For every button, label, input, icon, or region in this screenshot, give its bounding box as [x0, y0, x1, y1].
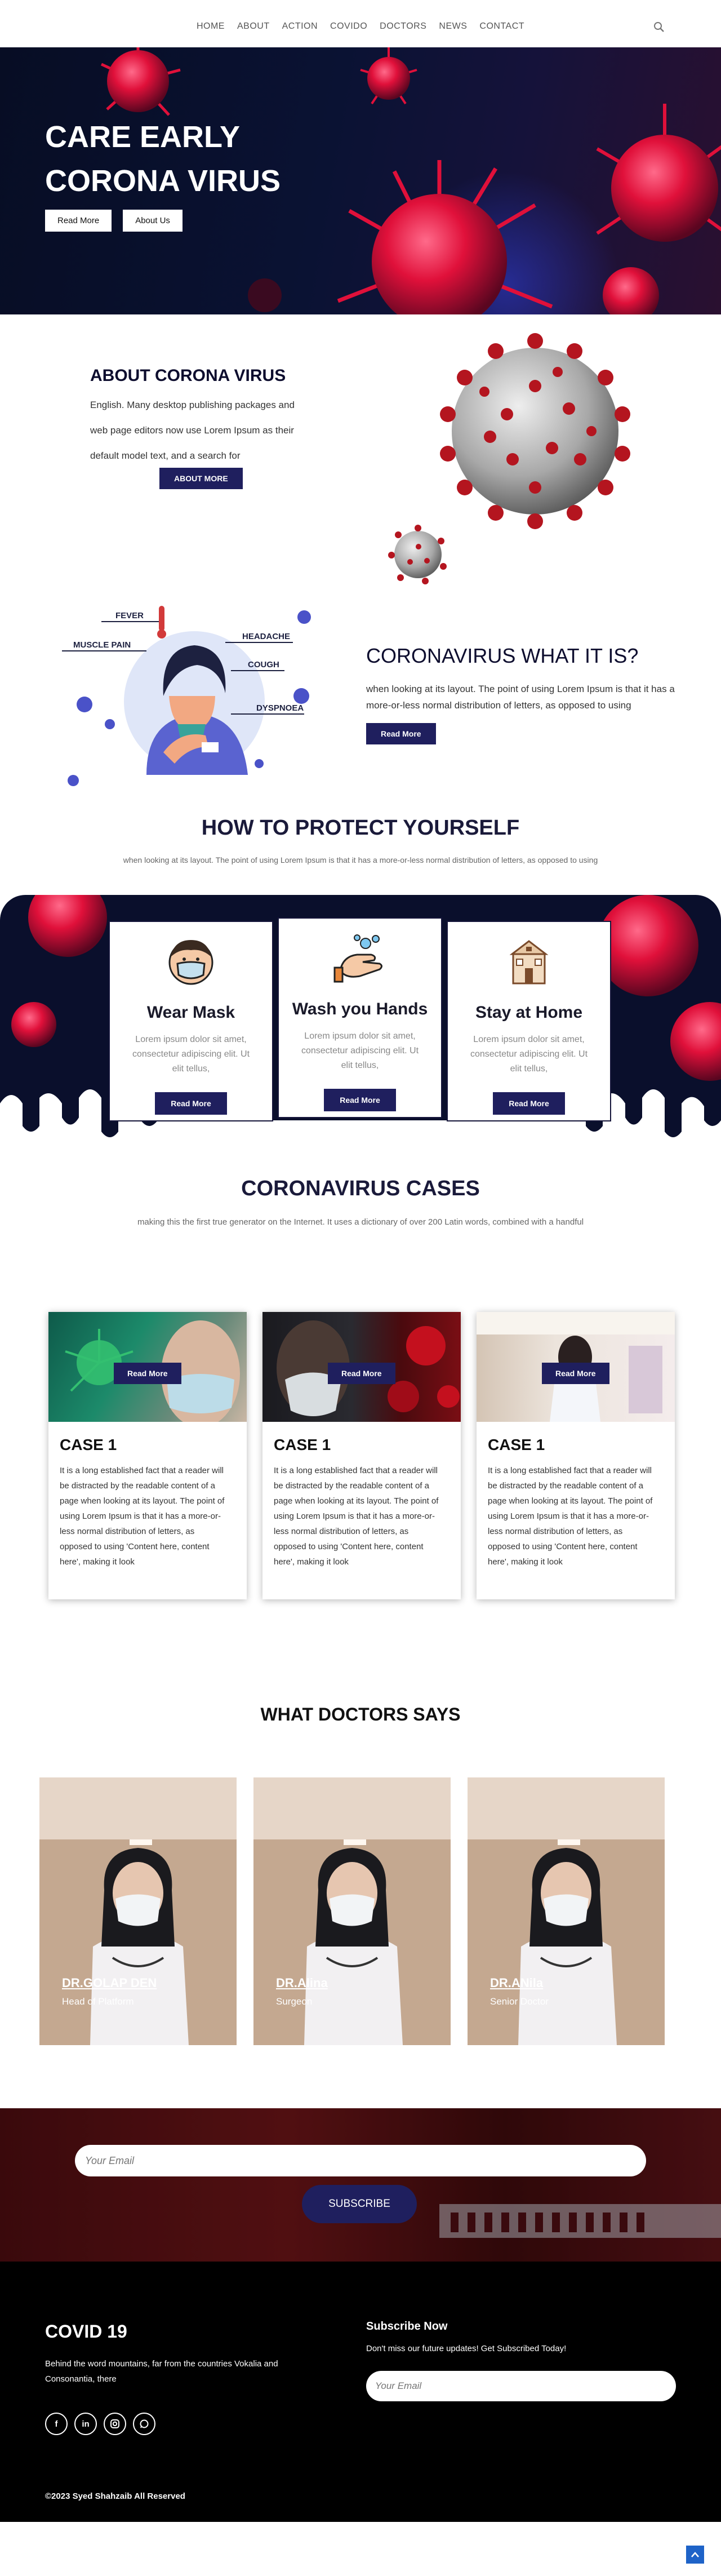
case-read-more-button[interactable]: Read More: [328, 1363, 395, 1384]
hero-read-more-button[interactable]: Read More: [45, 210, 112, 232]
doctor-card: DR.GOLAP DEN Head of Platform: [39, 1777, 237, 2045]
case-card: Read More CASE 1 It is a long establishe…: [48, 1312, 247, 1599]
hero-about-us-button[interactable]: About Us: [123, 210, 183, 232]
case-image: Read More: [477, 1312, 675, 1422]
whatsapp-icon[interactable]: [133, 2413, 155, 2435]
case-read-more-button[interactable]: Read More: [542, 1363, 609, 1384]
footer: COVID 19 Behind the word mountains, far …: [0, 2262, 721, 2522]
protect-card-stay-home: Stay at Home Lorem ipsum dolor sit amet,…: [447, 921, 611, 1121]
facebook-icon[interactable]: f: [45, 2413, 68, 2435]
hero-banner: CARE EARLY CORONA VIRUS Read More About …: [0, 47, 721, 314]
protect-card-title: Wash you Hands: [292, 1000, 428, 1018]
copyright-text: ©2023 Syed Shahzaib All Reserved: [45, 2491, 185, 2501]
doctor-name[interactable]: DR.GOLAP DEN: [62, 1976, 157, 1990]
nav-menu: HOME ABOUT ACTION COVIDO DOCTORS NEWS CO…: [0, 21, 721, 32]
social-links: f in: [45, 2413, 155, 2435]
case-title: CASE 1: [488, 1436, 545, 1453]
protect-subtitle: when looking at its layout. The point of…: [123, 855, 598, 864]
symptom-headache-label: HEADACHE: [242, 632, 290, 641]
symptom-dyspnoea-label: DYSPNOEA: [256, 703, 304, 713]
hero-title-line2: CORONA VIRUS: [45, 164, 281, 198]
hand-wash-icon: [333, 934, 382, 983]
doctor-name[interactable]: DR.ANila: [490, 1976, 543, 1990]
case-title: CASE 1: [60, 1436, 117, 1453]
nav-about[interactable]: ABOUT: [237, 21, 270, 32]
protect-card-mask: Wear Mask Lorem ipsum dolor sit amet, co…: [109, 921, 273, 1121]
case-text: It is a long established fact that a rea…: [274, 1466, 439, 1567]
home-icon: [509, 940, 549, 985]
nav-action[interactable]: ACTION: [282, 21, 318, 32]
coronavirus-small-image: [388, 525, 447, 584]
instagram-icon[interactable]: [104, 2413, 126, 2435]
footer-subscribe-text: Don't miss our future updates! Get Subsc…: [366, 2344, 567, 2353]
doctor-role: Head of Platform: [62, 1996, 134, 2007]
cases-title: CORONAVIRUS CASES: [241, 1177, 480, 1200]
case-text: It is a long established fact that a rea…: [488, 1466, 653, 1567]
doctor-role: Surgeon: [276, 1996, 313, 2007]
doctors-title: WHAT DOCTORS SAYS: [260, 1704, 461, 1724]
case-title: CASE 1: [274, 1436, 331, 1453]
nav-news[interactable]: NEWS: [439, 21, 467, 32]
back-to-top-button[interactable]: [686, 2546, 704, 2564]
protect-card-text: Lorem ipsum dolor sit amet, consectetur …: [132, 1035, 250, 1074]
top-navigation: HOME ABOUT ACTION COVIDO DOCTORS NEWS CO…: [0, 0, 721, 47]
protect-card-text: Lorem ipsum dolor sit amet, consectetur …: [470, 1035, 588, 1074]
symptom-cough-label: COUGH: [248, 660, 279, 670]
protect-card-read-more-button[interactable]: Read More: [324, 1089, 396, 1111]
protect-card-text: Lorem ipsum dolor sit amet, consectetur …: [301, 1031, 419, 1070]
hero-title-line1: CARE EARLY: [45, 120, 241, 154]
doctor-role: Senior Doctor: [490, 1996, 549, 2007]
doctor-card: DR.Alina Surgeon: [253, 1777, 451, 2045]
search-icon[interactable]: [653, 21, 665, 33]
hero-buttons: Read More About Us: [45, 210, 183, 232]
protect-card-read-more-button[interactable]: Read More: [155, 1092, 227, 1115]
what-read-more-button[interactable]: Read More: [366, 723, 436, 744]
footer-title: COVID 19: [45, 2321, 127, 2342]
linkedin-icon[interactable]: in: [74, 2413, 97, 2435]
about-title: ABOUT CORONA VIRUS: [90, 366, 286, 385]
protect-card-title: Wear Mask: [146, 1003, 235, 1022]
doctor-card: DR.ANila Senior Doctor: [468, 1777, 665, 2045]
protect-card-wash-hands: Wash you Hands Lorem ipsum dolor sit ame…: [278, 917, 442, 1118]
footer-email-input[interactable]: [366, 2371, 676, 2401]
coronavirus-image: [440, 333, 630, 529]
mask-icon: [168, 940, 213, 985]
hero-title: CARE EARLY CORONA VIRUS: [45, 115, 360, 203]
nav-covido[interactable]: COVIDO: [330, 21, 367, 32]
case-image: Read More: [262, 1312, 461, 1422]
about-text: English. Many desktop publishing package…: [90, 400, 295, 461]
nav-doctors[interactable]: DOCTORS: [380, 21, 426, 32]
what-title: CORONAVIRUS WHAT IT IS?: [366, 644, 639, 667]
doctor-name[interactable]: DR.Alina: [276, 1976, 328, 1990]
case-card: Read More CASE 1 It is a long establishe…: [477, 1312, 675, 1599]
about-more-button[interactable]: ABOUT MORE: [159, 468, 243, 489]
what-text: when looking at its layout. The point of…: [366, 684, 675, 711]
symptom-muscle-pain-label: MUSCLE PAIN: [73, 640, 131, 650]
case-image: Read More: [48, 1312, 247, 1422]
case-read-more-button[interactable]: Read More: [114, 1363, 181, 1384]
protect-card-title: Stay at Home: [475, 1003, 583, 1022]
case-card: Read More CASE 1 It is a long establishe…: [262, 1312, 461, 1599]
subscribe-button[interactable]: SUBSCRIBE: [302, 2185, 417, 2223]
protect-card-read-more-button[interactable]: Read More: [493, 1092, 565, 1115]
subscribe-email-input[interactable]: [75, 2145, 646, 2176]
case-text: It is a long established fact that a rea…: [60, 1466, 225, 1567]
footer-text: Behind the word mountains, far from the …: [45, 2359, 278, 2384]
nav-contact[interactable]: CONTACT: [479, 21, 524, 32]
protect-title: HOW TO PROTECT YOURSELF: [201, 816, 520, 840]
cases-subtitle: making this the first true generator on …: [137, 1217, 584, 1227]
symptoms-illustration: FEVER MUSCLE PAIN HEADACHE COUGH DYSPNOE…: [62, 606, 311, 786]
chevron-up-icon: [691, 2552, 699, 2557]
footer-subscribe-title: Subscribe Now: [366, 2320, 448, 2333]
nav-home[interactable]: HOME: [197, 21, 225, 32]
symptom-fever-label: FEVER: [115, 611, 144, 620]
